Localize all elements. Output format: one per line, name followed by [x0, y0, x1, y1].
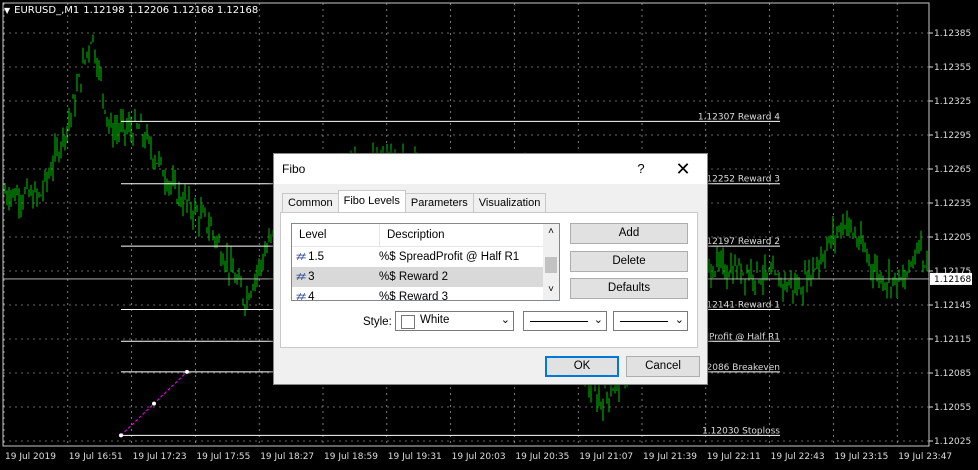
level-value: 4: [308, 291, 315, 301]
line-style-select[interactable]: ⌄: [523, 311, 607, 331]
column-header-level[interactable]: Level: [292, 224, 380, 246]
list-item[interactable]: ≠≠ 4 %$ Reward 3: [292, 287, 559, 301]
fibo-level-label: dProfit @ Half R1: [703, 332, 780, 342]
tab-parameters[interactable]: Parameters: [404, 193, 474, 212]
time-label: 19 Jul 22:11: [707, 452, 761, 462]
scroll-up-icon[interactable]: ˄: [543, 226, 559, 237]
price-label: 1.12355: [934, 63, 971, 73]
time-label: 19 Jul 17:55: [196, 452, 250, 462]
chevron-down-icon[interactable]: ⌄: [594, 313, 603, 326]
level-value: 1.5: [308, 251, 325, 263]
price-label: 1.12325: [934, 97, 971, 107]
current-price-label: 1.12168: [934, 275, 971, 285]
list-scrollbar[interactable]: ˄ ˅: [543, 224, 559, 300]
price-label: 1.12265: [934, 165, 971, 175]
time-label: 19 Jul 16:51: [69, 452, 123, 462]
ohlc-values: 1.12198 1.12206 1.12168 1.12168: [83, 5, 259, 16]
fibo-levels-panel: Level Description ≠≠ 1.5 %$ SpreadProfit …: [280, 212, 698, 348]
time-label: 19 Jul 20:03: [452, 452, 506, 462]
symbol-info-bar: ▼ EURUSD_,M1 1.12198 1.12206 1.12168 1.1…: [4, 5, 258, 16]
levels-list-header: Level Description: [292, 224, 559, 247]
level-description: %$ Reward 3: [379, 291, 449, 301]
color-value: White: [420, 314, 450, 326]
levels-list[interactable]: Level Description ≠≠ 1.5 %$ SpreadProfit …: [291, 223, 560, 301]
trendline-point: [152, 401, 156, 406]
time-label: 19 Jul 18:27: [260, 452, 314, 462]
time-label: 19 Jul 17:23: [133, 452, 187, 462]
level-value: 3: [308, 271, 315, 283]
fibo-level-label: 1.12030 Stoploss: [702, 426, 780, 436]
time-label: 19 Jul 20:35: [515, 452, 569, 462]
time-label: 19 Jul 23:47: [898, 452, 952, 462]
price-label: 1.12055: [934, 403, 971, 413]
time-label: 19 Jul 21:07: [579, 452, 633, 462]
price-label: 1.12115: [934, 335, 971, 345]
time-label: 19 Jul 21:39: [643, 452, 697, 462]
time-label: 19 Jul 23:15: [834, 452, 888, 462]
fibo-level-label: 1.12197 Reward 2: [698, 237, 780, 247]
cancel-button[interactable]: Cancel: [626, 356, 700, 377]
scroll-down-icon[interactable]: ˅: [543, 284, 559, 295]
fibo-level-label: 1.12141 Reward 1: [698, 301, 780, 311]
add-button[interactable]: Add: [570, 223, 688, 244]
collapse-triangle-icon[interactable]: ▼: [4, 6, 10, 15]
close-button[interactable]: ✕: [672, 159, 694, 179]
fibo-properties-dialog: Fibo ? ✕ Common Fibo Levels Parameters V…: [273, 153, 708, 385]
level-line-icon: ≠≠: [296, 291, 306, 301]
time-label: 19 Jul 2019: [5, 452, 56, 462]
line-width-preview: [620, 321, 668, 322]
column-header-description[interactable]: Description: [380, 224, 445, 246]
price-label: 1.12385: [934, 29, 971, 39]
fibo-level-label: 1.12307 Reward 4: [698, 112, 780, 122]
level-description: %$ SpreadProfit @ Half R1: [379, 251, 520, 263]
time-label: 19 Jul 19:31: [388, 452, 442, 462]
dialog-titlebar: Fibo ? ✕: [274, 154, 707, 184]
time-label: 19 Jul 18:59: [324, 452, 378, 462]
chevron-down-icon[interactable]: ⌄: [501, 313, 510, 326]
scroll-thumb[interactable]: [545, 257, 557, 273]
color-swatch: [401, 315, 415, 329]
chevron-down-icon[interactable]: ⌄: [675, 313, 684, 326]
help-button[interactable]: ?: [631, 159, 651, 179]
color-select[interactable]: White ⌄: [395, 311, 514, 331]
ok-button[interactable]: OK: [545, 356, 619, 377]
tab-common[interactable]: Common: [282, 193, 339, 212]
price-label: 1.12145: [934, 301, 971, 311]
price-label: 1.12025: [934, 437, 971, 447]
defaults-button[interactable]: Defaults: [570, 278, 688, 299]
list-item[interactable]: ≠≠ 1.5 %$ SpreadProfit @ Half R1: [292, 247, 559, 267]
tab-fibo-levels[interactable]: Fibo Levels: [337, 190, 406, 212]
price-label: 1.12235: [934, 199, 971, 209]
trendline-point: [185, 369, 189, 374]
price-label: 1.12085: [934, 369, 971, 379]
line-width-select[interactable]: ⌄: [613, 311, 688, 331]
price-label: 1.12295: [934, 131, 971, 141]
line-style-preview: [530, 321, 588, 322]
price-label: 1.12205: [934, 233, 971, 243]
delete-button[interactable]: Delete: [570, 251, 688, 272]
time-label: 19 Jul 22:43: [771, 452, 825, 462]
list-item-selected[interactable]: ≠≠ 3 %$ Reward 2: [292, 267, 559, 287]
fibo-level-label: 1.12252 Reward 3: [698, 175, 780, 185]
trendline-point: [119, 433, 123, 438]
level-description: %$ Reward 2: [379, 271, 449, 283]
symbol-name: EURUSD_,M1: [14, 5, 80, 16]
level-line-icon: ≠≠: [296, 271, 306, 283]
dialog-title: Fibo: [282, 162, 306, 176]
level-line-icon: ≠≠: [296, 251, 306, 263]
dialog-tabs: Common Fibo Levels Parameters Visualizat…: [282, 190, 547, 212]
tab-visualization[interactable]: Visualization: [472, 193, 547, 212]
style-label: Style:: [363, 316, 392, 328]
